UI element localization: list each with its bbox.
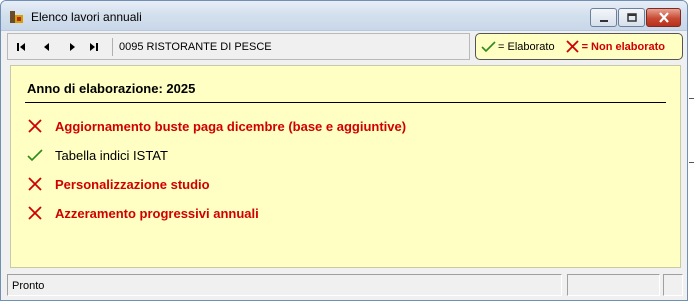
tasks-panel: Anno di elaborazione: 2025 Aggiornamento… bbox=[10, 65, 681, 268]
status-pane bbox=[663, 274, 683, 296]
year-heading: Anno di elaborazione: 2025 bbox=[27, 81, 196, 96]
window-title: Elenco lavori annuali bbox=[31, 10, 142, 24]
task-item[interactable]: Tabella indici ISTAT bbox=[27, 147, 168, 163]
prev-icon bbox=[44, 43, 49, 51]
cross-icon bbox=[28, 206, 42, 220]
legend-done-label: = Elaborato bbox=[498, 40, 555, 53]
minimize-button[interactable] bbox=[590, 8, 617, 27]
task-label: Personalizzazione studio bbox=[55, 176, 210, 192]
first-icon bbox=[17, 43, 25, 51]
status-bar: Pronto bbox=[7, 274, 683, 296]
check-icon bbox=[27, 149, 43, 162]
legend-not-done-label: = Non elaborato bbox=[581, 40, 666, 53]
next-icon bbox=[70, 43, 75, 51]
maximize-button[interactable] bbox=[618, 8, 645, 27]
toolbar-separator bbox=[112, 38, 113, 56]
status-legend: = Elaborato = Non elaborato bbox=[475, 33, 683, 60]
cross-icon bbox=[28, 177, 42, 191]
close-icon bbox=[658, 12, 669, 23]
close-button[interactable] bbox=[646, 8, 681, 27]
record-navigator: 0095 RISTORANTE DI PESCE bbox=[7, 33, 470, 60]
first-record-button[interactable] bbox=[12, 39, 30, 55]
status-main-pane: Pronto bbox=[7, 274, 562, 296]
prev-record-button[interactable] bbox=[38, 39, 56, 55]
task-label: Aggiornamento buste paga dicembre (base … bbox=[55, 118, 407, 134]
status-pane bbox=[567, 274, 660, 296]
title-bar[interactable]: Elenco lavori annuali bbox=[1, 1, 687, 31]
task-item[interactable]: Personalizzazione studio bbox=[27, 176, 210, 192]
task-label: Azzeramento progressivi annuali bbox=[55, 205, 259, 221]
app-icon bbox=[10, 11, 23, 23]
check-icon bbox=[481, 41, 496, 53]
last-record-button[interactable] bbox=[85, 39, 103, 55]
last-icon bbox=[90, 43, 98, 51]
minimize-icon bbox=[599, 19, 608, 22]
task-item[interactable]: Azzeramento progressivi annuali bbox=[27, 205, 259, 221]
task-label: Tabella indici ISTAT bbox=[55, 147, 168, 163]
cross-icon bbox=[28, 119, 42, 133]
cross-icon bbox=[565, 40, 579, 53]
next-record-button[interactable] bbox=[63, 39, 81, 55]
background-mark bbox=[689, 98, 694, 99]
record-label: 0095 RISTORANTE DI PESCE bbox=[119, 41, 272, 53]
maximize-icon bbox=[626, 12, 637, 22]
main-window: Elenco lavori annuali 0095 RISTORANTE DI… bbox=[0, 0, 688, 301]
status-text: Pronto bbox=[12, 280, 45, 292]
heading-divider bbox=[25, 102, 666, 103]
background-mark bbox=[689, 162, 694, 163]
task-item[interactable]: Aggiornamento buste paga dicembre (base … bbox=[27, 118, 406, 134]
